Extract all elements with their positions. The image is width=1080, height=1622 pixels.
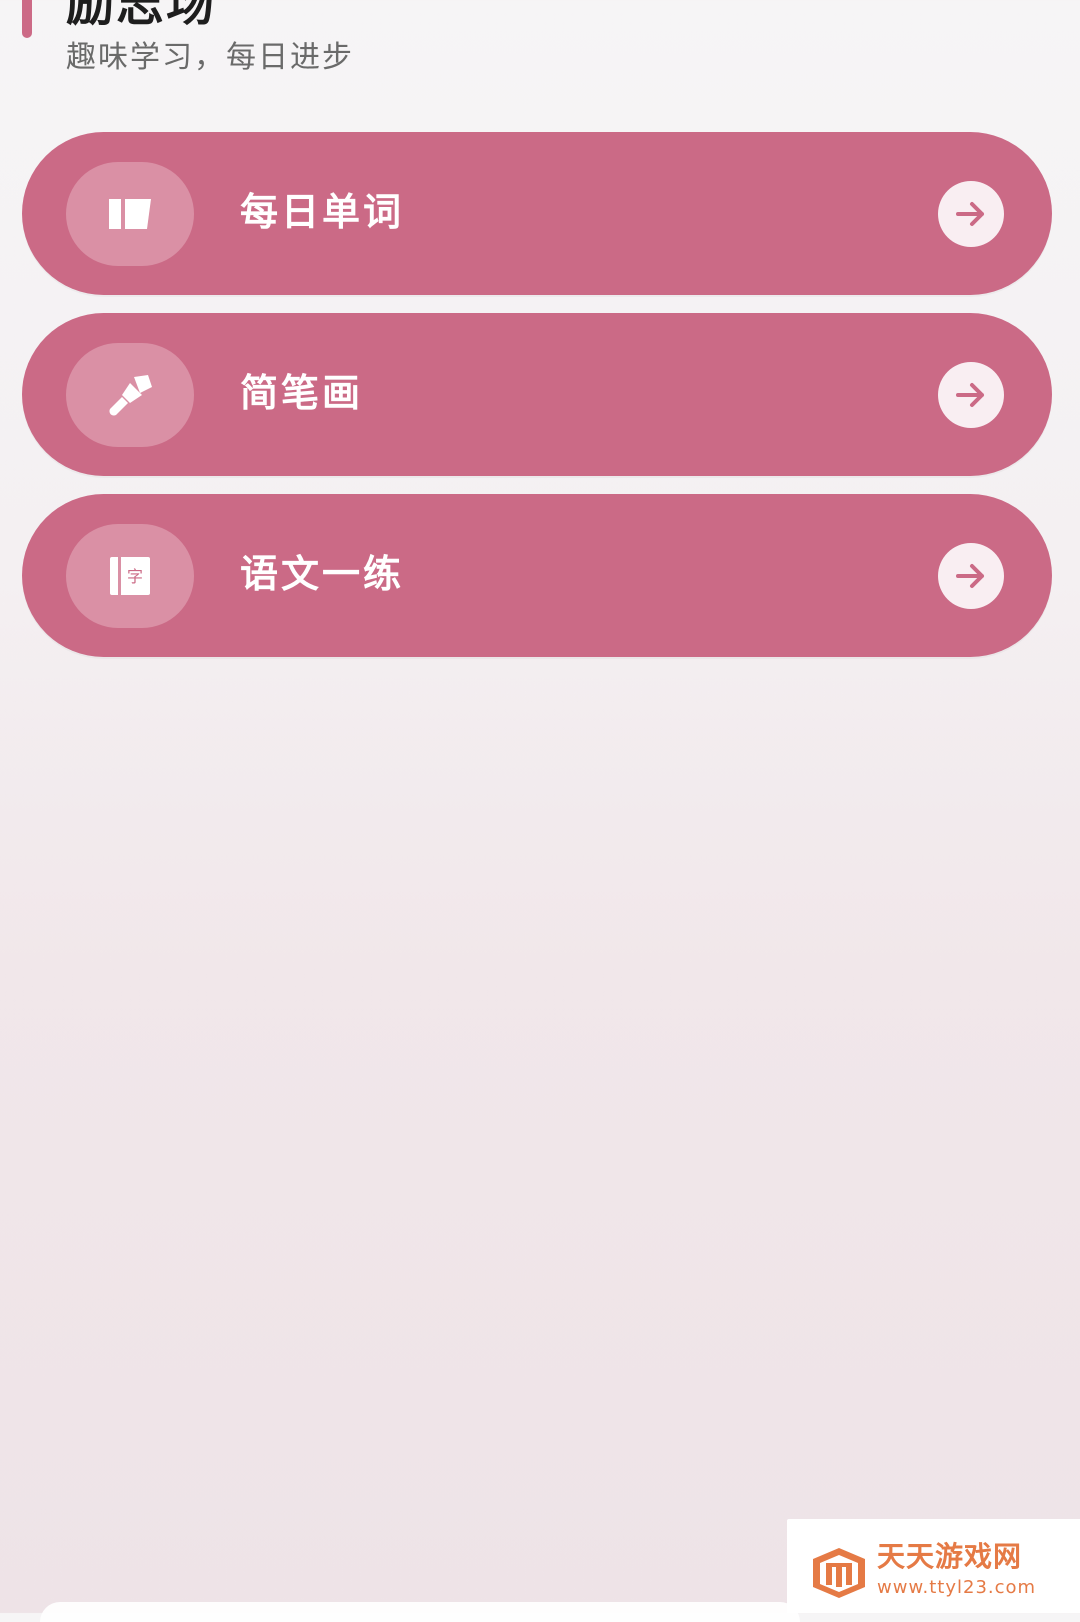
learning-menu: 每日单词 简笔画 字 语文一练: [22, 132, 1052, 675]
icon-circle: [66, 343, 194, 447]
bottom-sheet-edge: [40, 1602, 800, 1622]
menu-card-label: 语文一练: [240, 552, 405, 596]
character-glyph: 字: [127, 567, 143, 586]
arrow-right-icon[interactable]: [938, 181, 1004, 247]
menu-card-label: 简笔画: [240, 371, 364, 415]
menu-card-chinese-practice[interactable]: 字 语文一练: [22, 494, 1052, 657]
header: 励志场 趣味学习，每日进步: [0, 0, 1080, 120]
book-icon: [109, 199, 151, 229]
watermark-title: 天天游戏网: [877, 1540, 1023, 1573]
page-title: 励志场: [66, 0, 217, 32]
watermark: 天天游戏网 www.ttyl23.com: [787, 1519, 1080, 1613]
title-accent-bar: [22, 0, 32, 38]
brush-icon: [109, 375, 152, 416]
icon-circle: [66, 162, 194, 266]
menu-card-simple-drawing[interactable]: 简笔画: [22, 313, 1052, 476]
icon-circle: 字: [66, 524, 194, 628]
arrow-right-icon[interactable]: [938, 543, 1004, 609]
watermark-logo-icon: [813, 1548, 865, 1598]
menu-card-daily-words[interactable]: 每日单词: [22, 132, 1052, 295]
menu-card-label: 每日单词: [240, 190, 405, 234]
watermark-url: www.ttyl23.com: [877, 1577, 1037, 1598]
page-subtitle: 趣味学习，每日进步: [66, 40, 354, 75]
character-book-icon: 字: [110, 557, 150, 595]
arrow-right-icon[interactable]: [938, 362, 1004, 428]
